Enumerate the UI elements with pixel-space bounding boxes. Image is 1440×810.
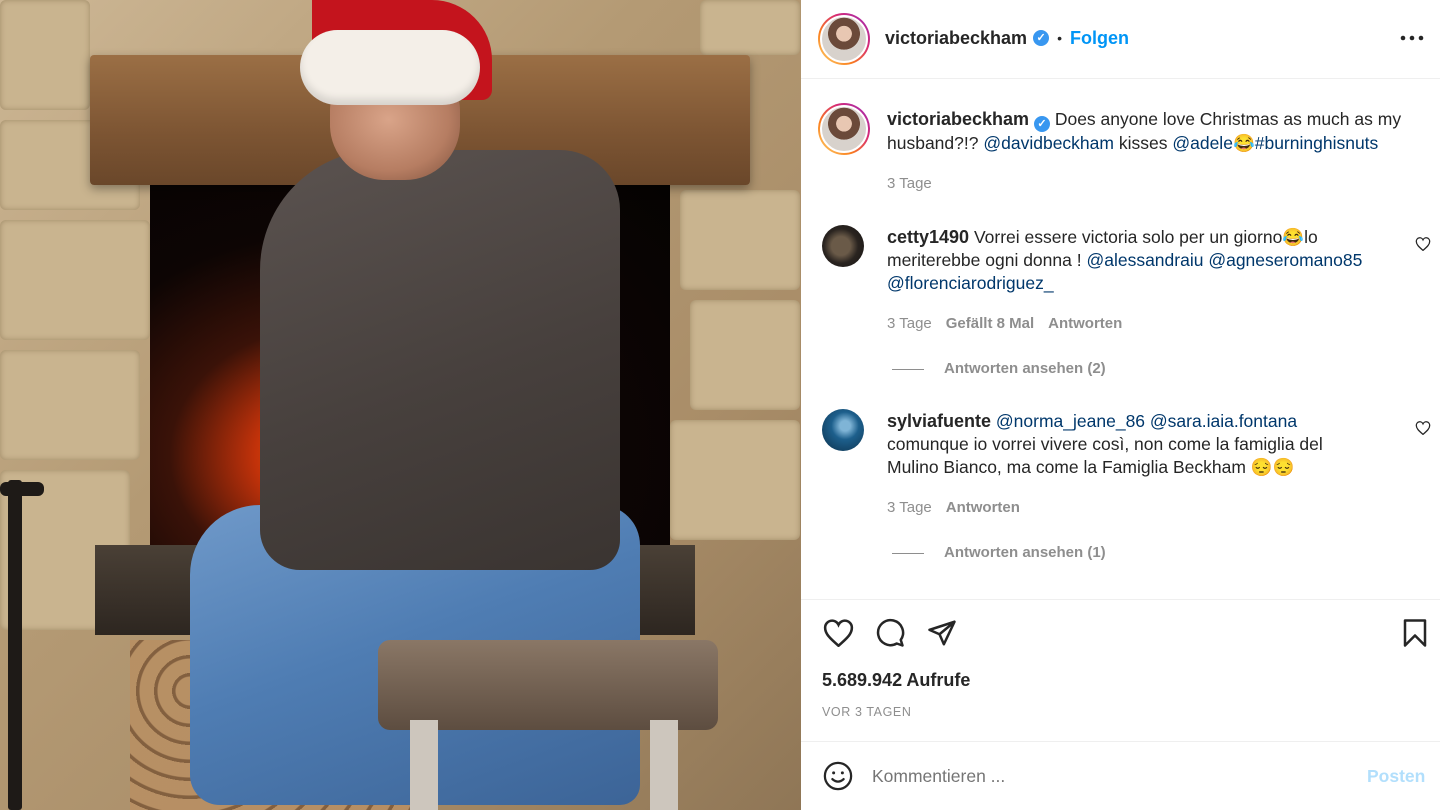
mention-link[interactable]: @adele xyxy=(1172,133,1233,153)
stone-wall xyxy=(700,0,800,55)
mention-link[interactable]: @agneseromano85 xyxy=(1208,250,1362,270)
header-separator: • xyxy=(1057,30,1062,46)
mention-link[interactable]: @alessandraiu xyxy=(1086,250,1203,270)
comment-text: Vorrei essere victoria solo per un giorn… xyxy=(973,227,1318,247)
comment: cetty1490 Vorrei essere victoria solo pe… xyxy=(887,226,1407,295)
mention-link[interactable]: @davidbeckham xyxy=(983,133,1114,153)
post-header: victoriabeckham ✓ • Folgen xyxy=(885,26,1129,50)
stool-leg xyxy=(650,720,678,810)
fire-poker xyxy=(8,480,22,810)
stone-wall xyxy=(0,0,90,110)
share-paper-plane-icon[interactable] xyxy=(924,616,960,650)
divider xyxy=(801,741,1440,742)
caption-avatar[interactable] xyxy=(818,103,870,155)
stool-leg xyxy=(410,720,438,810)
verified-badge-icon: ✓ xyxy=(1033,30,1050,46)
reply-button[interactable]: Antworten xyxy=(1048,315,1122,332)
comment-time[interactable]: 3 Tage xyxy=(887,315,932,332)
mention-link[interactable]: @norma_jeane_86 xyxy=(996,411,1145,431)
comment-text: meriterebbe ogni donna ! xyxy=(887,250,1082,270)
view-replies-label: Antworten ansehen (2) xyxy=(944,360,1106,377)
fire-poker-handle xyxy=(0,482,44,496)
comment-bubble-icon[interactable] xyxy=(872,616,908,650)
mention-link[interactable]: @florenciarodriguez_ xyxy=(887,273,1054,293)
emoji-smiley-icon[interactable] xyxy=(821,759,855,793)
comment-text: Mulino Bianco, ma come la Famiglia Beckh… xyxy=(887,457,1295,477)
stone-wall xyxy=(680,190,800,290)
comment-time[interactable]: 3 Tage xyxy=(887,499,932,516)
replies-line xyxy=(892,552,924,554)
caption-text: Does anyone love Christmas as much as my xyxy=(1054,109,1402,129)
post-date[interactable]: VOR 3 TAGEN xyxy=(822,705,912,719)
save-bookmark-icon[interactable] xyxy=(1398,616,1432,650)
more-options-icon[interactable] xyxy=(1398,28,1426,48)
comment: sylviafuente @norma_jeane_86 @sara.iaia.… xyxy=(887,410,1407,479)
stone-wall xyxy=(0,220,150,340)
reply-button[interactable]: Antworten xyxy=(946,499,1020,516)
view-count[interactable]: 5.689.942 Aufrufe xyxy=(822,670,970,691)
santa-hat-band xyxy=(300,30,480,105)
verified-badge-icon: ✓ xyxy=(1033,116,1050,132)
comment-meta: 3 Tage Gefällt 8 Mal Antworten xyxy=(887,315,1122,332)
stone-wall xyxy=(690,300,800,410)
hashtag-link[interactable]: #burninghisnuts xyxy=(1255,133,1379,153)
stone-wall xyxy=(0,350,140,460)
mention-link[interactable]: @sara.iaia.fontana xyxy=(1150,411,1297,431)
divider xyxy=(801,78,1440,79)
comment-username[interactable]: cetty1490 xyxy=(887,227,969,247)
comment-meta: 3 Tage Antworten xyxy=(887,499,1020,516)
caption-username[interactable]: victoriabeckham xyxy=(887,109,1029,129)
view-replies-button[interactable]: Antworten ansehen (2) xyxy=(892,360,1106,377)
like-heart-icon[interactable] xyxy=(820,616,856,650)
person-sweater xyxy=(260,150,620,570)
wooden-stool xyxy=(378,640,718,730)
caption-text: husband?!? xyxy=(887,133,979,153)
view-replies-label: Antworten ansehen (1) xyxy=(944,544,1106,561)
header-username[interactable]: victoriabeckham xyxy=(885,28,1027,49)
caption-time[interactable]: 3 Tage xyxy=(887,175,932,192)
comment-avatar[interactable] xyxy=(822,225,864,267)
comment-text: comunque io vorrei vivere così, non come… xyxy=(887,434,1323,454)
post-button[interactable]: Posten xyxy=(1367,766,1425,787)
comment-like-heart-icon[interactable] xyxy=(1414,236,1432,252)
comment-input[interactable] xyxy=(872,762,1342,790)
comment-avatar[interactable] xyxy=(822,409,864,451)
emoji: 😂 xyxy=(1232,133,1255,153)
replies-line xyxy=(892,368,924,370)
comment-likes[interactable]: Gefällt 8 Mal xyxy=(946,315,1034,332)
comment-like-heart-icon[interactable] xyxy=(1414,420,1432,436)
post-media-video[interactable] xyxy=(0,0,801,810)
view-replies-button[interactable]: Antworten ansehen (1) xyxy=(892,544,1106,561)
comment-username[interactable]: sylviafuente xyxy=(887,411,991,431)
follow-button[interactable]: Folgen xyxy=(1070,28,1129,49)
divider xyxy=(801,599,1440,600)
caption-text: kisses xyxy=(1118,133,1168,153)
stone-wall xyxy=(670,420,800,540)
caption: victoriabeckham ✓ Does anyone love Chris… xyxy=(887,108,1427,155)
avatar[interactable] xyxy=(818,13,870,65)
